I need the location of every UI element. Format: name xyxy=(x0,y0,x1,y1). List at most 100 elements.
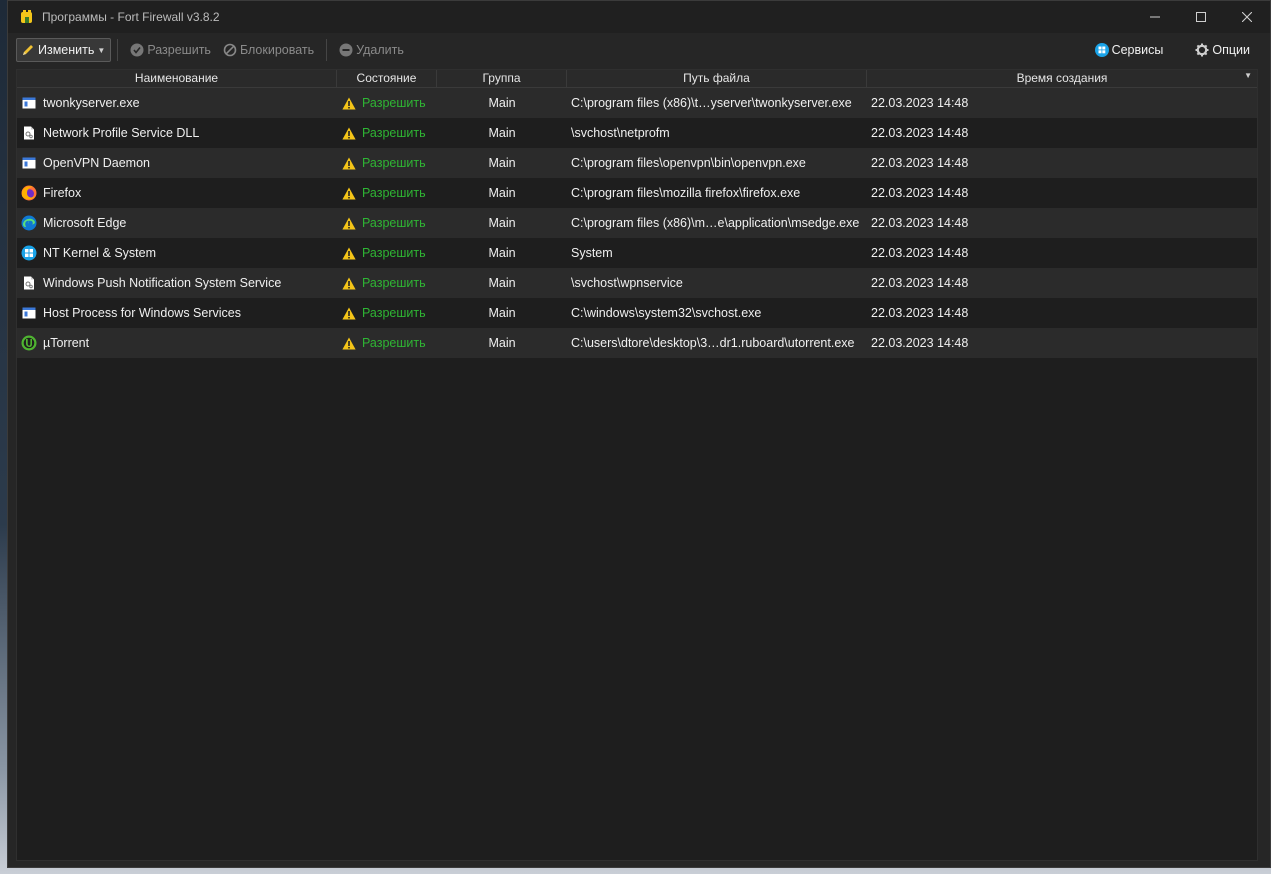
cell-path: C:\users\dtore\desktop\3…dr1.ruboard\uto… xyxy=(571,336,855,350)
table-row[interactable]: NT Kernel & System Разрешить Main System 22.… xyxy=(17,238,1257,268)
delete-button[interactable]: Удалить xyxy=(333,39,410,61)
edit-button[interactable]: Изменить ▼ xyxy=(16,38,112,62)
block-button[interactable]: Блокировать xyxy=(217,39,320,61)
exe-window-icon xyxy=(21,305,37,321)
table-row[interactable]: µTorrent Разрешить Main C:\users\dtore\desk… xyxy=(17,328,1257,358)
allow-button[interactable]: Разрешить xyxy=(124,39,217,61)
window-title: Программы - Fort Firewall v3.8.2 xyxy=(42,10,220,24)
cell-name: Microsoft Edge xyxy=(17,215,337,231)
dll-file-icon xyxy=(21,275,37,291)
block-icon xyxy=(223,43,237,57)
cell-created: 22.03.2023 14:48 xyxy=(871,336,969,350)
cell-group: Main xyxy=(488,156,516,170)
warning-icon xyxy=(342,97,356,110)
warning-icon xyxy=(342,157,356,170)
edit-label: Изменить xyxy=(38,43,95,57)
cell-path: C:\program files\mozilla firefox\firefox… xyxy=(571,186,801,200)
state-label: Разрешить xyxy=(362,96,426,110)
cell-path: C:\program files (x86)\t…yserver\twonkys… xyxy=(571,96,852,110)
cell-created: 22.03.2023 14:48 xyxy=(871,156,969,170)
cell-created: 22.03.2023 14:48 xyxy=(871,126,969,140)
services-label: Сервисы xyxy=(1111,43,1164,57)
close-button[interactable] xyxy=(1224,1,1270,33)
table-row[interactable]: Firefox Разрешить Main C:\program files\moz… xyxy=(17,178,1257,208)
column-header-created[interactable]: Время создания xyxy=(867,70,1257,87)
cell-group: Main xyxy=(488,246,516,260)
warning-icon xyxy=(342,307,356,320)
warning-icon xyxy=(342,187,356,200)
program-name: Windows Push Notification System Service xyxy=(43,276,282,290)
program-name: twonkyserver.exe xyxy=(43,96,140,110)
cell-path: \svchost\netprofm xyxy=(571,126,670,140)
column-header-state[interactable]: Состояние xyxy=(337,70,437,87)
cell-created: 22.03.2023 14:48 xyxy=(871,276,969,290)
sort-descending-icon: ▼ xyxy=(1244,71,1252,80)
toolbar-divider xyxy=(326,39,328,61)
cell-state: Разрешить xyxy=(337,246,437,260)
warning-icon xyxy=(342,127,356,140)
cell-created: 22.03.2023 14:48 xyxy=(871,186,969,200)
program-name: µTorrent xyxy=(43,336,90,350)
cell-group: Main xyxy=(488,186,516,200)
cell-path: C:\program files (x86)\m…e\application\m… xyxy=(571,216,860,230)
warning-icon xyxy=(342,337,356,350)
program-name: Network Profile Service DLL xyxy=(43,126,200,140)
cell-group: Main xyxy=(488,216,516,230)
pencil-icon xyxy=(23,45,33,55)
fort-firewall-icon xyxy=(19,9,35,25)
minus-circle-icon xyxy=(339,43,353,57)
cell-state: Разрешить xyxy=(337,336,437,350)
cell-created: 22.03.2023 14:48 xyxy=(871,306,969,320)
options-label: Опции xyxy=(1212,43,1250,57)
options-button[interactable]: Опции xyxy=(1189,39,1256,61)
program-name: Firefox xyxy=(43,186,82,200)
cell-created: 22.03.2023 14:48 xyxy=(871,246,969,260)
cell-state: Разрешить xyxy=(337,156,437,170)
cell-state: Разрешить xyxy=(337,216,437,230)
cell-name: µTorrent xyxy=(17,335,337,351)
title-bar[interactable]: Программы - Fort Firewall v3.8.2 xyxy=(8,1,1270,33)
cell-state: Разрешить xyxy=(337,306,437,320)
services-button[interactable]: Сервисы xyxy=(1089,39,1170,61)
cell-name: Host Process for Windows Services xyxy=(17,305,337,321)
programs-table: Наименование Состояние Группа Путь файла… xyxy=(16,69,1258,861)
cell-created: 22.03.2023 14:48 xyxy=(871,96,969,110)
state-label: Разрешить xyxy=(362,216,426,230)
cell-group: Main xyxy=(488,276,516,290)
cell-group: Main xyxy=(488,306,516,320)
firefox-icon xyxy=(21,185,37,201)
table-row[interactable]: Microsoft Edge Разрешить Main C:\program fi… xyxy=(17,208,1257,238)
edge-icon xyxy=(21,215,37,231)
cell-created: 22.03.2023 14:48 xyxy=(871,216,969,230)
column-header-group[interactable]: Группа xyxy=(437,70,567,87)
table-row[interactable]: twonkyserver.exe Разрешить Main C:\program … xyxy=(17,88,1257,118)
state-label: Разрешить xyxy=(362,246,426,260)
table-row[interactable]: Network Profile Service DLL Разрешить Main… xyxy=(17,118,1257,148)
cell-name: Network Profile Service DLL xyxy=(17,125,337,141)
cell-path: C:\windows\system32\svchost.exe xyxy=(571,306,762,320)
maximize-button[interactable] xyxy=(1178,1,1224,33)
cell-state: Разрешить xyxy=(337,96,437,110)
block-label: Блокировать xyxy=(239,43,315,57)
cell-group: Main xyxy=(488,126,516,140)
toolbar-divider xyxy=(117,39,119,61)
table-row[interactable]: OpenVPN Daemon Разрешить Main C:\program fi… xyxy=(17,148,1257,178)
chevron-down-icon: ▼ xyxy=(97,45,106,55)
state-label: Разрешить xyxy=(362,156,426,170)
program-name: Host Process for Windows Services xyxy=(43,306,241,320)
gear-icon xyxy=(1195,43,1209,57)
programs-window: Программы - Fort Firewall v3.8.2 Изменит… xyxy=(7,0,1271,868)
column-header-path[interactable]: Путь файла xyxy=(567,70,867,87)
cell-state: Разрешить xyxy=(337,186,437,200)
program-name: NT Kernel & System xyxy=(43,246,157,260)
state-label: Разрешить xyxy=(362,186,426,200)
cell-name: NT Kernel & System xyxy=(17,245,337,261)
cell-name: Firefox xyxy=(17,185,337,201)
minimize-icon xyxy=(1150,16,1160,18)
cell-name: Windows Push Notification System Service xyxy=(17,275,337,291)
table-row[interactable]: Windows Push Notification System Service… xyxy=(17,268,1257,298)
column-header-name[interactable]: Наименование xyxy=(17,70,337,87)
minimize-button[interactable] xyxy=(1132,1,1178,33)
utorrent-icon xyxy=(21,335,37,351)
table-row[interactable]: Host Process for Windows Services Разреши… xyxy=(17,298,1257,328)
